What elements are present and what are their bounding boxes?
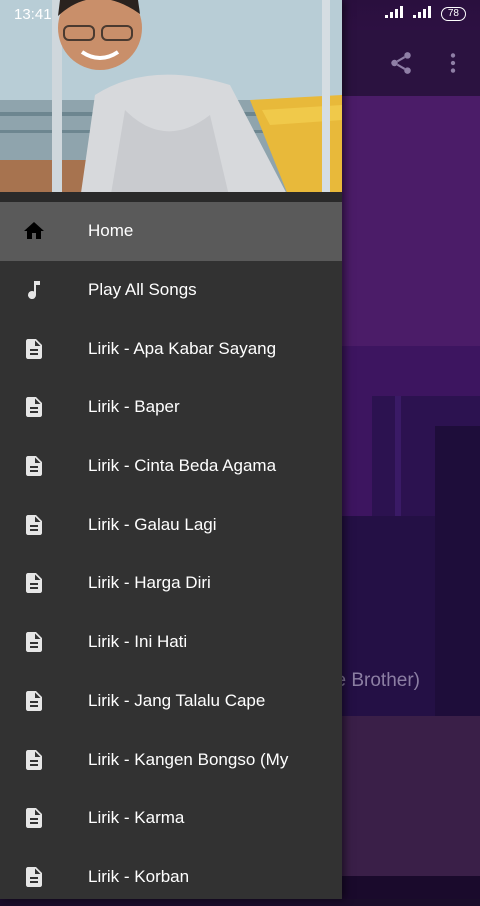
menu-item-label: Home [88,221,134,241]
city-skyline-illustration [340,96,480,899]
menu-item-lirik[interactable]: Lirik - Cinta Beda Agama [0,437,342,496]
document-icon [22,513,46,537]
menu-item-lirik[interactable]: Lirik - Karma [0,789,342,848]
share-icon[interactable] [388,50,414,81]
menu-item-label: Lirik - Ini Hati [88,632,188,652]
menu-item-label: Lirik - Jang Talalu Cape [88,690,266,710]
menu-item-lirik[interactable]: Lirik - Baper [0,378,342,437]
document-icon [22,395,46,419]
signal-icon [384,6,405,21]
drawer-header-image [0,0,342,200]
header-separator [0,192,342,202]
menu-item-lirik[interactable]: Lirik - Korban [0,848,342,906]
status-bar: 13:41 78 [0,0,480,30]
menu-item-lirik[interactable]: Lirik - Apa Kabar Sayang [0,319,342,378]
menu-item-label: Play All Songs [88,280,197,300]
menu-item-label: Lirik - Korban [88,866,190,886]
menu-item-label: Lirik - Harga Diri [88,573,211,593]
document-icon [22,454,46,478]
signal-icon-2 [412,6,433,21]
document-icon [22,630,46,654]
menu-item-play-all-songs[interactable]: Play All Songs [0,261,342,320]
navigation-drawer: Home Play All Songs Lirik - Apa Kabar Sa… [0,0,342,899]
menu-item-label: Lirik - Baper [88,397,180,417]
menu-item-label: Lirik - Galau Lagi [88,514,217,534]
battery-indicator: 78 [440,6,466,21]
menu-item-home[interactable]: Home [0,202,342,261]
menu-item-lirik[interactable]: Lirik - Jang Talalu Cape [0,672,342,731]
menu-item-lirik[interactable]: Lirik - Galau Lagi [0,495,342,554]
home-icon [22,219,46,243]
menu-item-label: Lirik - Apa Kabar Sayang [88,338,277,358]
document-icon [22,571,46,595]
document-icon [22,689,46,713]
menu-item-label: Lirik - Kangen Bongso (My [88,749,289,769]
document-icon [22,865,46,889]
music-note-icon [22,278,46,302]
document-icon [22,748,46,772]
document-icon [22,337,46,361]
drawer-menu: Home Play All Songs Lirik - Apa Kabar Sa… [0,202,342,906]
menu-item-label: Lirik - Cinta Beda Agama [88,456,277,476]
status-time: 13:41 [14,6,52,23]
document-icon [22,806,46,830]
menu-item-label: Lirik - Karma [88,808,185,828]
menu-item-lirik[interactable]: Lirik - Harga Diri [0,554,342,613]
menu-item-lirik[interactable]: Lirik - Ini Hati [0,613,342,672]
menu-item-lirik[interactable]: Lirik - Kangen Bongso (My [0,730,342,789]
more-options-icon[interactable] [446,50,460,81]
